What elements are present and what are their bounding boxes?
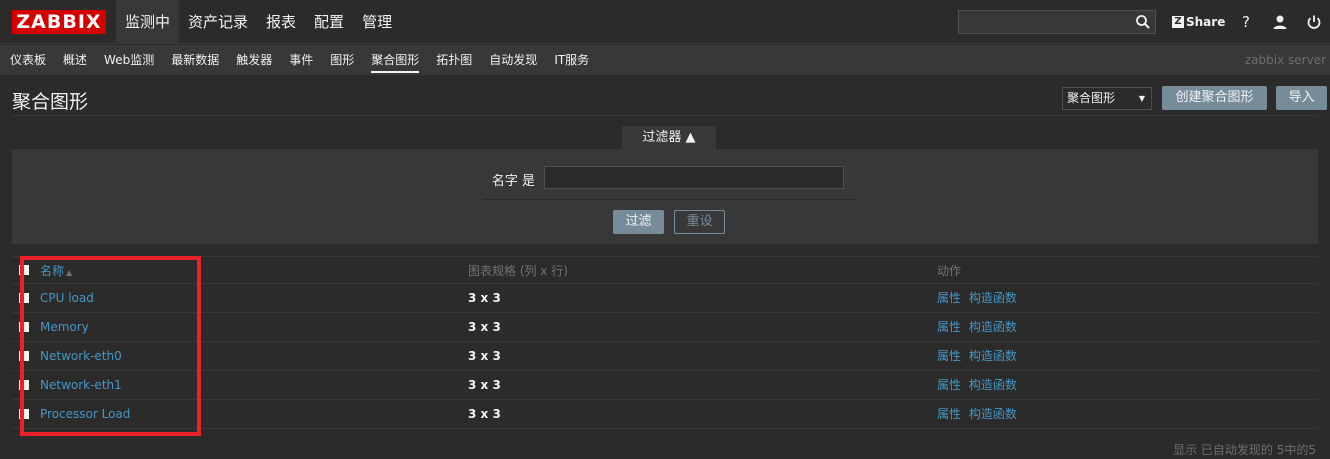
filter-panel xyxy=(12,149,1318,244)
top-bar: ZABBIX 监测中 资产记录 报表 配置 管理 Z Share ? xyxy=(0,0,1330,44)
help-icon[interactable]: ? xyxy=(1236,12,1256,32)
sub-menu-latest-data[interactable]: 最新数据 xyxy=(161,45,226,75)
sub-menu-screens[interactable]: 聚合图形 xyxy=(361,45,426,75)
filter-divider xyxy=(483,199,855,200)
server-name: zabbix server xyxy=(1244,53,1326,67)
annotation-highlight-box xyxy=(20,256,201,436)
caret-down-icon: ▼ xyxy=(1138,94,1145,103)
properties-link[interactable]: 属性 xyxy=(937,291,961,305)
filter-name-input[interactable] xyxy=(544,166,844,189)
constructor-link[interactable]: 构造函数 xyxy=(969,320,1017,334)
share-button[interactable]: Z Share xyxy=(1172,13,1225,31)
table-row: CPU load 3 x 3 属性 构造函数 xyxy=(12,284,1318,313)
table-row: Processor Load 3 x 3 属性 构造函数 xyxy=(12,400,1318,429)
screen-size: 3 x 3 xyxy=(468,407,501,421)
row-actions: 属性 构造函数 xyxy=(937,400,1017,429)
constructor-link[interactable]: 构造函数 xyxy=(969,349,1017,363)
properties-link[interactable]: 属性 xyxy=(937,349,961,363)
view-select[interactable]: 聚合图形 ▼ xyxy=(1062,87,1152,110)
sub-menu-events[interactable]: 事件 xyxy=(279,45,320,75)
screens-table: 名称 ▲ 图表规格 (列 x 行) 动作 CPU load 3 x 3 属性 构造… xyxy=(12,256,1318,429)
top-menu-monitoring[interactable]: 监测中 xyxy=(116,0,180,44)
table-row: Memory 3 x 3 属性 构造函数 xyxy=(12,313,1318,342)
constructor-link[interactable]: 构造函数 xyxy=(969,291,1017,305)
row-actions: 属性 构造函数 xyxy=(937,371,1017,400)
page-title: 聚合图形 xyxy=(12,91,89,113)
filter-apply-button[interactable]: 过滤 xyxy=(613,210,664,234)
screen-size: 3 x 3 xyxy=(468,349,501,363)
sub-menu-graphs[interactable]: 图形 xyxy=(320,45,361,75)
actions-column-header: 动作 xyxy=(937,264,962,278)
sub-menu-it-services[interactable]: IT服务 xyxy=(544,45,596,75)
create-screen-button[interactable]: 创建聚合图形 xyxy=(1162,86,1267,110)
row-actions: 属性 构造函数 xyxy=(937,284,1017,313)
filter-name-label: 名字 是 xyxy=(491,174,535,189)
row-actions: 属性 构造函数 xyxy=(937,313,1017,342)
top-menu-inventory[interactable]: 资产记录 xyxy=(179,0,257,44)
screen-size: 3 x 3 xyxy=(468,320,501,334)
share-label: Share xyxy=(1186,15,1226,29)
header-divider xyxy=(12,115,1318,116)
search-icon[interactable] xyxy=(1135,14,1151,30)
properties-link[interactable]: 属性 xyxy=(937,320,961,334)
filter-tab[interactable]: 过滤器 ▲ xyxy=(622,126,716,150)
row-actions: 属性 构造函数 xyxy=(937,342,1017,371)
properties-link[interactable]: 属性 xyxy=(937,407,961,421)
zabbix-share-icon: Z xyxy=(1172,16,1184,28)
top-menu-administration[interactable]: 管理 xyxy=(353,0,401,44)
table-footer-count: 显示 已自动发现的 5中的5 xyxy=(1173,443,1316,457)
sub-menu: 仪表板 概述 Web监测 最新数据 触发器 事件 图形 聚合图形 拓扑图 自动发… xyxy=(0,45,596,75)
top-menu-configuration[interactable]: 配置 xyxy=(305,0,353,44)
sign-out-icon[interactable] xyxy=(1304,12,1324,32)
sub-menu-overview[interactable]: 概述 xyxy=(53,45,94,75)
sub-menu-maps[interactable]: 拓扑图 xyxy=(426,45,479,75)
sub-menu-bar: 仪表板 概述 Web监测 最新数据 触发器 事件 图形 聚合图形 拓扑图 自动发… xyxy=(0,45,1330,75)
user-profile-icon[interactable] xyxy=(1270,12,1290,32)
screen-size: 3 x 3 xyxy=(468,291,501,305)
screen-size: 3 x 3 xyxy=(468,378,501,392)
size-column-header: 图表规格 (列 x 行) xyxy=(468,264,568,278)
sub-menu-triggers[interactable]: 触发器 xyxy=(226,45,279,75)
table-header: 名称 ▲ 图表规格 (列 x 行) 动作 xyxy=(12,256,1318,284)
top-menu-reports[interactable]: 报表 xyxy=(257,0,305,44)
import-button[interactable]: 导入 xyxy=(1276,86,1327,110)
global-search-input[interactable] xyxy=(958,10,1156,34)
sub-menu-discovery[interactable]: 自动发现 xyxy=(479,45,544,75)
filter-reset-button[interactable]: 重设 xyxy=(674,210,725,234)
top-menu: 监测中 资产记录 报表 配置 管理 xyxy=(116,0,401,44)
table-row: Network-eth0 3 x 3 属性 构造函数 xyxy=(12,342,1318,371)
sub-menu-web[interactable]: Web监测 xyxy=(94,45,161,75)
constructor-link[interactable]: 构造函数 xyxy=(969,378,1017,392)
table-row: Network-eth1 3 x 3 属性 构造函数 xyxy=(12,371,1318,400)
properties-link[interactable]: 属性 xyxy=(937,378,961,392)
constructor-link[interactable]: 构造函数 xyxy=(969,407,1017,421)
view-select-value: 聚合图形 xyxy=(1067,91,1116,105)
zabbix-logo[interactable]: ZABBIX xyxy=(12,10,106,34)
sub-menu-dashboard[interactable]: 仪表板 xyxy=(0,45,53,75)
